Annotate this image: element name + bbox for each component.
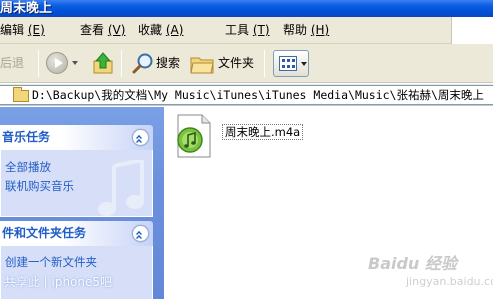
file-name[interactable]: 周末晚上.m4a bbox=[222, 124, 304, 140]
menu-edit-accel: (E) bbox=[27, 23, 45, 37]
menu-favorites-accel: (A) bbox=[165, 23, 184, 37]
address-path[interactable]: D:\Backup\我的文档\My Music\iTunes\iTunes Me… bbox=[32, 86, 484, 105]
watermark-left: 共享此 | iphone5吧 bbox=[0, 272, 190, 292]
menu-tools[interactable]: 工具 (T) bbox=[225, 17, 270, 44]
menu-edit[interactable]: 编辑 (E) bbox=[0, 17, 45, 44]
menu-help[interactable]: 帮助 (H) bbox=[283, 17, 329, 44]
task-pane: 音乐任务 全部播放 联机购买音乐 件和文件夹任务 创建一个新文件夹 bbox=[0, 107, 164, 299]
itunes-music-file-icon[interactable] bbox=[174, 114, 212, 158]
watermark-baidu-text: Baidu 经验 bbox=[368, 254, 457, 273]
menu-edit-label: 编辑 bbox=[0, 23, 25, 37]
views-button[interactable] bbox=[273, 50, 309, 77]
file-tasks-header[interactable]: 件和文件夹任务 bbox=[0, 221, 153, 246]
title-bar: 周末晚上 bbox=[0, 0, 493, 17]
menu-tools-label: 工具 bbox=[225, 23, 250, 37]
watermark-left-text: 共享此 | iphone5吧 bbox=[0, 275, 113, 289]
up-folder-icon[interactable] bbox=[91, 51, 115, 75]
toolbar-separator bbox=[121, 50, 122, 77]
address-bar: D:\Backup\我的文档\My Music\iTunes\iTunes Me… bbox=[0, 84, 493, 106]
back-button[interactable]: 后退 bbox=[0, 44, 24, 83]
views-grid-icon bbox=[279, 56, 297, 71]
menu-favorites[interactable]: 收藏 (A) bbox=[138, 17, 183, 44]
collapse-chevron-icon[interactable] bbox=[132, 225, 149, 242]
forward-button-icon[interactable] bbox=[46, 52, 68, 74]
windows-logo-area bbox=[451, 17, 493, 44]
menu-view[interactable]: 查看 (V) bbox=[80, 17, 125, 44]
menu-favorites-label: 收藏 bbox=[138, 23, 163, 37]
views-dropdown-chevron-icon bbox=[301, 62, 307, 66]
menu-view-accel: (V) bbox=[107, 23, 126, 37]
menu-tools-accel: (T) bbox=[252, 23, 270, 37]
music-tasks-title: 音乐任务 bbox=[2, 130, 51, 144]
watermark-baidu-url: jingyan.baidu.com bbox=[406, 275, 493, 288]
menu-bar: 编辑 (E) 查看 (V) 收藏 (A) 工具 (T) 帮助 (H) bbox=[0, 17, 493, 44]
music-tasks-body: 全部播放 联机购买音乐 bbox=[0, 150, 153, 217]
collapse-chevron-icon[interactable] bbox=[132, 129, 149, 146]
search-button[interactable]: 搜索 bbox=[156, 44, 180, 83]
play-all-link[interactable]: 全部播放 bbox=[5, 160, 51, 174]
watermark-baidu: Baidu 经验 jingyan.baidu.com bbox=[368, 252, 493, 294]
folder-icon bbox=[13, 87, 29, 102]
forward-dropdown-chevron-icon[interactable] bbox=[72, 61, 78, 65]
create-new-folder-link[interactable]: 创建一个新文件夹 bbox=[5, 255, 97, 269]
folders-icon[interactable] bbox=[190, 54, 214, 74]
address-field[interactable]: D:\Backup\我的文档\My Music\iTunes\iTunes Me… bbox=[0, 85, 493, 105]
toolbar-separator bbox=[264, 50, 265, 77]
toolbar: 后退 搜索 文件夹 bbox=[0, 44, 493, 83]
toolbar-separator bbox=[38, 50, 39, 77]
music-tasks-group: 音乐任务 全部播放 联机购买音乐 bbox=[0, 125, 153, 217]
search-icon[interactable] bbox=[132, 52, 154, 74]
window-title: 周末晚上 bbox=[0, 1, 53, 16]
file-tasks-title: 件和文件夹任务 bbox=[2, 226, 87, 240]
folders-button[interactable]: 文件夹 bbox=[218, 44, 254, 83]
music-tasks-header[interactable]: 音乐任务 bbox=[0, 125, 153, 150]
buy-music-online-link[interactable]: 联机购买音乐 bbox=[5, 179, 74, 193]
menu-help-accel: (H) bbox=[310, 23, 330, 37]
music-note-icon bbox=[98, 160, 144, 216]
menu-view-label: 查看 bbox=[80, 23, 105, 37]
menu-help-label: 帮助 bbox=[283, 23, 308, 37]
